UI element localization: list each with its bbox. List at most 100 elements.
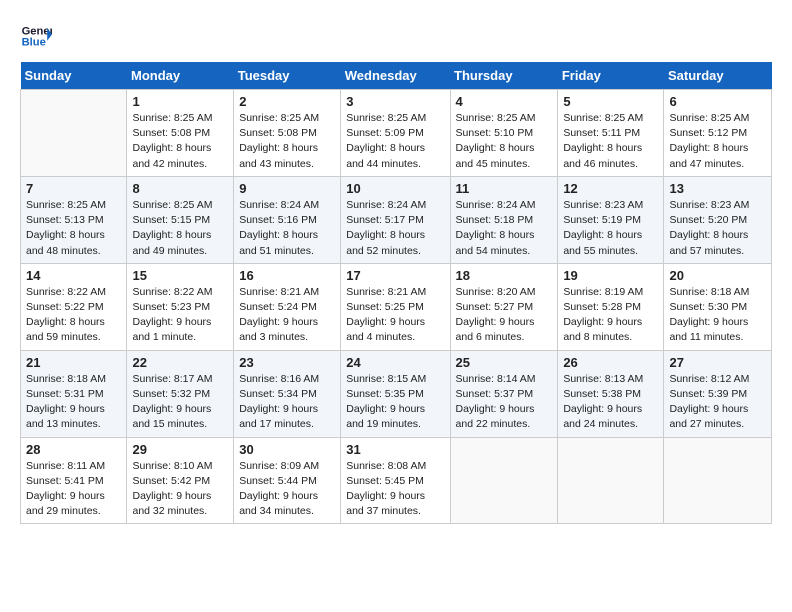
day-info: Sunrise: 8:14 AM Sunset: 5:37 PM Dayligh…	[456, 372, 553, 433]
day-info: Sunrise: 8:13 AM Sunset: 5:38 PM Dayligh…	[563, 372, 658, 433]
calendar-cell: 17 Sunrise: 8:21 AM Sunset: 5:25 PM Dayli…	[341, 263, 450, 350]
calendar-cell: 8 Sunrise: 8:25 AM Sunset: 5:15 PM Daylig…	[127, 176, 234, 263]
calendar-cell: 11 Sunrise: 8:24 AM Sunset: 5:18 PM Dayli…	[450, 176, 558, 263]
day-number: 15	[132, 268, 228, 283]
day-number: 24	[346, 355, 444, 370]
day-info: Sunrise: 8:08 AM Sunset: 5:45 PM Dayligh…	[346, 459, 444, 520]
day-info: Sunrise: 8:11 AM Sunset: 5:41 PM Dayligh…	[26, 459, 121, 520]
day-number: 26	[563, 355, 658, 370]
day-number: 16	[239, 268, 335, 283]
calendar-cell: 5 Sunrise: 8:25 AM Sunset: 5:11 PM Daylig…	[558, 90, 664, 177]
calendar-cell: 18 Sunrise: 8:20 AM Sunset: 5:27 PM Dayli…	[450, 263, 558, 350]
day-number: 18	[456, 268, 553, 283]
calendar-cell: 6Sunrise: 8:25 AM Sunset: 5:12 PM Daylig…	[664, 90, 772, 177]
day-info: Sunrise: 8:25 AM Sunset: 5:08 PM Dayligh…	[239, 111, 335, 172]
day-number: 27	[669, 355, 766, 370]
day-info: Sunrise: 8:21 AM Sunset: 5:25 PM Dayligh…	[346, 285, 444, 346]
day-number: 20	[669, 268, 766, 283]
day-number: 4	[456, 94, 553, 109]
weekday-header: Sunday	[21, 62, 127, 90]
weekday-header: Tuesday	[234, 62, 341, 90]
day-info: Sunrise: 8:25 AM Sunset: 5:11 PM Dayligh…	[563, 111, 658, 172]
weekday-header: Monday	[127, 62, 234, 90]
day-info: Sunrise: 8:25 AM Sunset: 5:13 PM Dayligh…	[26, 198, 121, 259]
day-number: 31	[346, 442, 444, 457]
day-number: 3	[346, 94, 444, 109]
day-number: 30	[239, 442, 335, 457]
day-info: Sunrise: 8:09 AM Sunset: 5:44 PM Dayligh…	[239, 459, 335, 520]
day-info: Sunrise: 8:18 AM Sunset: 5:30 PM Dayligh…	[669, 285, 766, 346]
calendar-cell: 3 Sunrise: 8:25 AM Sunset: 5:09 PM Daylig…	[341, 90, 450, 177]
weekday-header: Friday	[558, 62, 664, 90]
day-number: 17	[346, 268, 444, 283]
day-info: Sunrise: 8:16 AM Sunset: 5:34 PM Dayligh…	[239, 372, 335, 433]
day-info: Sunrise: 8:25 AM Sunset: 5:10 PM Dayligh…	[456, 111, 553, 172]
calendar-cell	[558, 437, 664, 524]
page-header: General Blue	[20, 20, 772, 52]
day-number: 13	[669, 181, 766, 196]
day-info: Sunrise: 8:12 AM Sunset: 5:39 PM Dayligh…	[669, 372, 766, 433]
calendar-cell: 16Sunrise: 8:21 AM Sunset: 5:24 PM Dayli…	[234, 263, 341, 350]
calendar-cell: 22 Sunrise: 8:17 AM Sunset: 5:32 PM Dayli…	[127, 350, 234, 437]
calendar-cell: 26 Sunrise: 8:13 AM Sunset: 5:38 PM Dayli…	[558, 350, 664, 437]
calendar-cell	[664, 437, 772, 524]
calendar-cell: 30 Sunrise: 8:09 AM Sunset: 5:44 PM Dayli…	[234, 437, 341, 524]
weekday-header: Saturday	[664, 62, 772, 90]
day-number: 7	[26, 181, 121, 196]
logo: General Blue	[20, 20, 52, 52]
day-info: Sunrise: 8:17 AM Sunset: 5:32 PM Dayligh…	[132, 372, 228, 433]
day-number: 8	[132, 181, 228, 196]
calendar-cell: 25 Sunrise: 8:14 AM Sunset: 5:37 PM Dayli…	[450, 350, 558, 437]
calendar-cell: 10 Sunrise: 8:24 AM Sunset: 5:17 PM Dayli…	[341, 176, 450, 263]
day-info: Sunrise: 8:24 AM Sunset: 5:17 PM Dayligh…	[346, 198, 444, 259]
day-number: 25	[456, 355, 553, 370]
calendar-cell: 28 Sunrise: 8:11 AM Sunset: 5:41 PM Dayli…	[21, 437, 127, 524]
day-info: Sunrise: 8:25 AM Sunset: 5:15 PM Dayligh…	[132, 198, 228, 259]
day-info: Sunrise: 8:25 AM Sunset: 5:08 PM Dayligh…	[132, 111, 228, 172]
day-number: 28	[26, 442, 121, 457]
calendar-cell: 1 Sunrise: 8:25 AM Sunset: 5:08 PM Daylig…	[127, 90, 234, 177]
calendar-cell: 20 Sunrise: 8:18 AM Sunset: 5:30 PM Dayli…	[664, 263, 772, 350]
logo-icon: General Blue	[20, 20, 52, 52]
day-number: 10	[346, 181, 444, 196]
calendar-cell	[450, 437, 558, 524]
calendar-cell: 24 Sunrise: 8:15 AM Sunset: 5:35 PM Dayli…	[341, 350, 450, 437]
day-number: 19	[563, 268, 658, 283]
calendar-cell	[21, 90, 127, 177]
day-number: 29	[132, 442, 228, 457]
calendar-table: SundayMondayTuesdayWednesdayThursdayFrid…	[20, 62, 772, 524]
day-info: Sunrise: 8:18 AM Sunset: 5:31 PM Dayligh…	[26, 372, 121, 433]
weekday-header: Wednesday	[341, 62, 450, 90]
day-number: 2	[239, 94, 335, 109]
day-info: Sunrise: 8:24 AM Sunset: 5:16 PM Dayligh…	[239, 198, 335, 259]
calendar-cell: 23 Sunrise: 8:16 AM Sunset: 5:34 PM Dayli…	[234, 350, 341, 437]
weekday-header: Thursday	[450, 62, 558, 90]
day-number: 12	[563, 181, 658, 196]
day-info: Sunrise: 8:22 AM Sunset: 5:23 PM Dayligh…	[132, 285, 228, 346]
day-info: Sunrise: 8:10 AM Sunset: 5:42 PM Dayligh…	[132, 459, 228, 520]
calendar-cell: 9Sunrise: 8:24 AM Sunset: 5:16 PM Daylig…	[234, 176, 341, 263]
calendar-cell: 15 Sunrise: 8:22 AM Sunset: 5:23 PM Dayli…	[127, 263, 234, 350]
calendar-cell: 13Sunrise: 8:23 AM Sunset: 5:20 PM Dayli…	[664, 176, 772, 263]
day-number: 22	[132, 355, 228, 370]
calendar-cell: 31 Sunrise: 8:08 AM Sunset: 5:45 PM Dayli…	[341, 437, 450, 524]
day-number: 1	[132, 94, 228, 109]
day-info: Sunrise: 8:25 AM Sunset: 5:09 PM Dayligh…	[346, 111, 444, 172]
calendar-cell: 27 Sunrise: 8:12 AM Sunset: 5:39 PM Dayli…	[664, 350, 772, 437]
day-number: 5	[563, 94, 658, 109]
calendar-cell: 21 Sunrise: 8:18 AM Sunset: 5:31 PM Dayli…	[21, 350, 127, 437]
calendar-cell: 14Sunrise: 8:22 AM Sunset: 5:22 PM Dayli…	[21, 263, 127, 350]
day-info: Sunrise: 8:24 AM Sunset: 5:18 PM Dayligh…	[456, 198, 553, 259]
day-info: Sunrise: 8:23 AM Sunset: 5:19 PM Dayligh…	[563, 198, 658, 259]
calendar-cell: 12 Sunrise: 8:23 AM Sunset: 5:19 PM Dayli…	[558, 176, 664, 263]
day-number: 23	[239, 355, 335, 370]
calendar-cell: 2 Sunrise: 8:25 AM Sunset: 5:08 PM Daylig…	[234, 90, 341, 177]
svg-text:Blue: Blue	[22, 37, 46, 49]
day-info: Sunrise: 8:19 AM Sunset: 5:28 PM Dayligh…	[563, 285, 658, 346]
day-info: Sunrise: 8:20 AM Sunset: 5:27 PM Dayligh…	[456, 285, 553, 346]
calendar-cell: 19 Sunrise: 8:19 AM Sunset: 5:28 PM Dayli…	[558, 263, 664, 350]
day-info: Sunrise: 8:15 AM Sunset: 5:35 PM Dayligh…	[346, 372, 444, 433]
day-number: 11	[456, 181, 553, 196]
day-number: 6	[669, 94, 766, 109]
day-number: 21	[26, 355, 121, 370]
